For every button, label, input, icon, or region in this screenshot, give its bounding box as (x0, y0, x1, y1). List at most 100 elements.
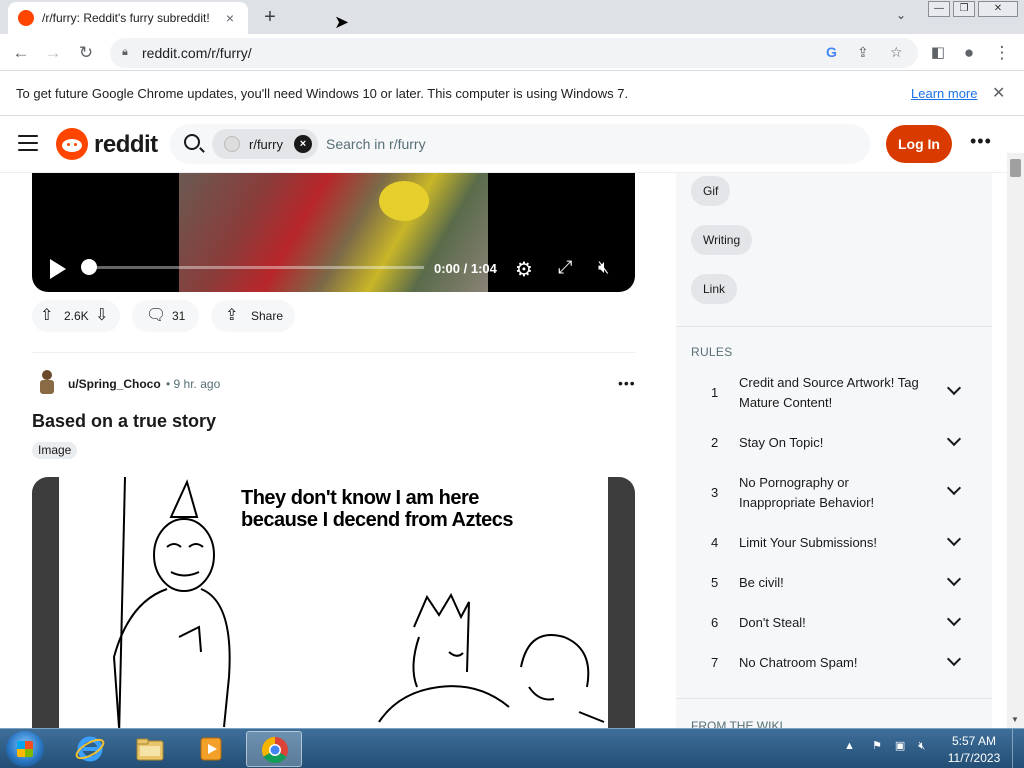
taskbar-chrome[interactable] (246, 731, 302, 767)
share-page-icon[interactable]: ⇪ (857, 44, 869, 61)
tab-close-icon[interactable]: × (222, 10, 238, 26)
upvote-icon[interactable]: ⇧ (40, 300, 53, 332)
rule-item-3[interactable]: 3 No Pornography or Inappropriate Behavi… (691, 473, 976, 513)
minimize-button[interactable]: — (928, 1, 950, 17)
chevron-down-icon[interactable] (946, 651, 962, 667)
mouse-cursor-icon: ➤ (334, 12, 350, 32)
browser-toolbar: ← → ↻ 🔒︎ reddit.com/r/furry/ G ⇪ ☆ ◧ ● ⋮ (0, 34, 1024, 71)
back-arrow-icon[interactable]: ← (8, 40, 34, 66)
volume-muted-icon[interactable]: 🔇︎ (918, 740, 925, 752)
flair-filter-gif[interactable]: Gif (691, 176, 731, 206)
window-close-button[interactable]: ✕ (978, 1, 1018, 17)
tray-expand-icon[interactable]: ▲ (844, 740, 855, 752)
chip-clear-icon[interactable]: × (294, 135, 312, 153)
taskbar-internet-explorer[interactable] (62, 731, 118, 767)
fullscreen-icon[interactable]: ⤢ (558, 257, 572, 278)
search-bar[interactable]: r/furry × Search in r/furry (170, 124, 870, 164)
reddit-favicon-icon (18, 10, 34, 26)
rule-number: 5 (711, 575, 719, 590)
taskbar-file-explorer[interactable] (122, 731, 178, 767)
chevron-down-icon[interactable] (946, 380, 962, 396)
play-icon[interactable] (50, 259, 66, 279)
chevron-down-icon[interactable] (946, 431, 962, 447)
post-more-icon[interactable]: ••• (618, 375, 636, 391)
network-icon[interactable]: ▣ (895, 740, 905, 752)
new-tab-button[interactable]: + (258, 6, 282, 30)
action-center-flag-icon[interactable]: ⚑ (872, 740, 882, 752)
hamburger-menu-icon[interactable] (18, 135, 38, 151)
rule-item-5[interactable]: 5 Be civil! (691, 571, 976, 613)
chevron-down-icon[interactable] (946, 531, 962, 547)
address-bar[interactable]: 🔒︎ reddit.com/r/furry/ G ⇪ ☆ (110, 38, 918, 68)
google-lens-icon[interactable]: G (826, 44, 837, 60)
post-flair[interactable]: Image (32, 442, 78, 459)
chevron-down-icon[interactable] (946, 480, 962, 496)
chrome-icon (260, 735, 290, 765)
reload-icon[interactable]: ↻ (73, 40, 99, 66)
chevron-down-icon[interactable] (946, 571, 962, 587)
flair-filter-link[interactable]: Link (691, 274, 738, 304)
rule-number: 7 (711, 655, 719, 670)
restore-button[interactable]: ❐ (953, 1, 975, 17)
post-image[interactable]: They don't know I am here because I dece… (32, 477, 635, 728)
vote-pill: ⇧ 2.6K ⇩ (32, 300, 120, 332)
post-title[interactable]: Based on a true story (32, 411, 216, 432)
taskbar-media-player[interactable] (183, 731, 239, 767)
bookmark-star-icon[interactable]: ☆ (890, 44, 903, 61)
rule-item-1[interactable]: 1 Credit and Source Artwork! Tag Mature … (691, 373, 976, 413)
reddit-logo-icon[interactable] (56, 128, 88, 160)
video-player[interactable]: 0:00 / 1:04 ⚙ ⤢ 🔇︎ (32, 173, 635, 292)
side-panel-icon[interactable]: ◧ (925, 40, 951, 66)
vote-count: 2.6K (64, 309, 89, 323)
subreddit-search-chip: r/furry × (212, 129, 318, 159)
folder-icon (135, 734, 165, 764)
meme-caption-line-2: because I decend from Aztecs (241, 509, 514, 531)
share-button[interactable]: ⇪ Share (211, 300, 295, 332)
rule-item-2[interactable]: 2 Stay On Topic! (691, 431, 976, 473)
flair-filter-writing[interactable]: Writing (691, 225, 753, 255)
taskbar-clock-time[interactable]: 5:57 AM (944, 734, 1004, 748)
rule-item-4[interactable]: 4 Limit Your Submissions! (691, 531, 976, 573)
forward-arrow-icon[interactable]: → (40, 40, 66, 66)
profile-avatar-icon[interactable]: ● (956, 40, 982, 66)
chevron-down-icon[interactable] (946, 611, 962, 627)
header-more-icon[interactable]: ••• (970, 131, 992, 152)
settings-gear-icon[interactable]: ⚙ (515, 257, 533, 282)
tab-search-chevron-icon[interactable]: ⌄ (896, 8, 906, 22)
rule-item-6[interactable]: 6 Don't Steal! (691, 611, 976, 653)
page-scrollbar[interactable]: ▼ (1007, 153, 1024, 728)
mute-icon[interactable]: 🔇︎ (598, 257, 609, 278)
chrome-menu-icon[interactable]: ⋮ (989, 40, 1015, 66)
post-author[interactable]: u/Spring_Choco (68, 377, 161, 391)
rules-heading: RULES (691, 345, 733, 359)
start-button[interactable] (6, 731, 44, 767)
subreddit-sidebar: Gif Writing Link RULES 1 Credit and Sour… (676, 173, 992, 728)
rule-item-7[interactable]: 7 No Chatroom Spam! (691, 651, 976, 693)
comments-button[interactable]: 🗨︎ 31 (132, 300, 199, 332)
infobar-message: To get future Google Chrome updates, you… (16, 86, 629, 101)
browser-tab[interactable]: /r/furry: Reddit's furry subreddit! × (8, 2, 248, 34)
video-scrubber[interactable] (84, 266, 424, 269)
subreddit-chip-label: r/furry (249, 137, 283, 152)
log-in-button[interactable]: Log In (886, 125, 952, 163)
taskbar-clock-date[interactable]: 11/7/2023 (944, 751, 1004, 765)
learn-more-link[interactable]: Learn more (911, 86, 977, 101)
scroll-down-arrow-icon[interactable]: ▼ (1011, 715, 1019, 724)
chrome-tab-strip: /r/furry: Reddit's furry subreddit! × + … (0, 0, 1024, 34)
rule-number: 4 (711, 535, 719, 550)
share-icon: ⇪ (225, 307, 239, 324)
post-time: • 9 hr. ago (166, 377, 221, 391)
search-input[interactable]: Search in r/furry (326, 136, 426, 152)
rule-line-1: Credit and Source Artwork! Tag (739, 375, 919, 390)
show-desktop-button[interactable] (1012, 729, 1024, 768)
infobar-close-icon[interactable]: ✕ (992, 83, 1005, 103)
scrubber-handle[interactable] (81, 259, 97, 275)
author-avatar[interactable] (36, 370, 58, 396)
downvote-icon[interactable]: ⇩ (95, 300, 108, 332)
scrollbar-thumb[interactable] (1010, 159, 1021, 177)
sidebar-divider (676, 326, 992, 327)
meme-caption: They don't know I am here because I dece… (241, 487, 514, 531)
reddit-wordmark[interactable]: reddit (94, 131, 158, 159)
internet-explorer-icon (75, 734, 105, 764)
meme-caption-line-1: They don't know I am here (241, 487, 479, 509)
